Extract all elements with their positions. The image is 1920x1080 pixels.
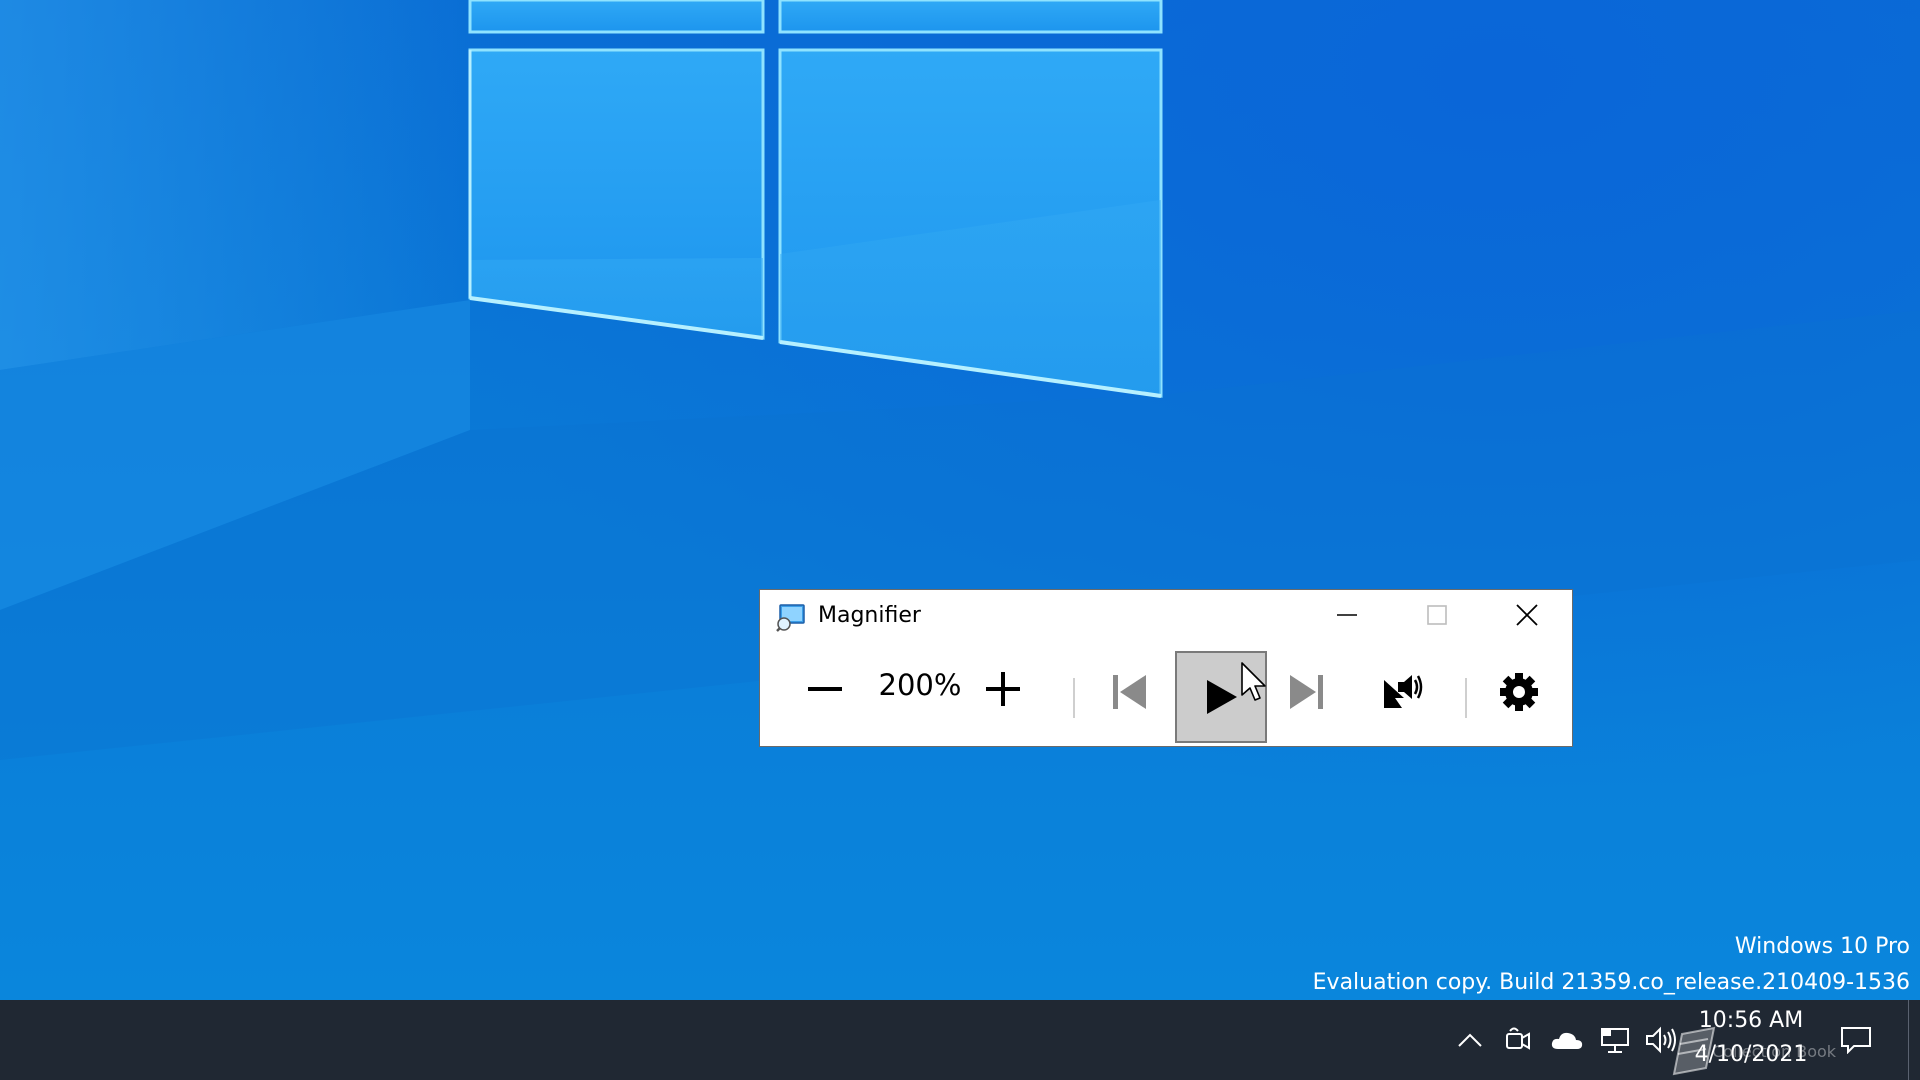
action-center-button[interactable] bbox=[1830, 1000, 1882, 1080]
taskbar: 10:56 AM 4/10/2021 bbox=[0, 1000, 1920, 1080]
zoom-level: 200% bbox=[878, 668, 962, 702]
close-button[interactable] bbox=[1482, 590, 1572, 640]
minimize-icon bbox=[1337, 614, 1357, 616]
read-previous-button[interactable] bbox=[1090, 652, 1170, 732]
magnifier-toolbar: 200% bbox=[760, 640, 1572, 746]
close-icon bbox=[1516, 604, 1538, 626]
collection-book-watermark: Collection Book bbox=[1712, 1042, 1837, 1061]
show-hidden-icons-button[interactable] bbox=[1448, 1000, 1492, 1080]
title-bar[interactable]: Magnifier bbox=[760, 590, 1572, 640]
play-icon bbox=[1207, 680, 1237, 714]
magnifier-window: Magnifier 200% bbox=[759, 589, 1573, 747]
plus-icon bbox=[986, 672, 1020, 706]
network-button[interactable] bbox=[1594, 1000, 1636, 1080]
watermark-build: Evaluation copy. Build 21359.co_release.… bbox=[1312, 970, 1910, 995]
mouse-pointer-icon bbox=[1241, 662, 1266, 701]
notification-icon bbox=[1841, 1027, 1871, 1054]
window-title: Magnifier bbox=[818, 603, 921, 628]
onedrive-cloud-icon bbox=[1551, 1032, 1583, 1049]
desktop: Windows 10 Pro Evaluation copy. Build 21… bbox=[0, 0, 1920, 1000]
magnifier-app-icon bbox=[776, 604, 805, 632]
gear-icon bbox=[1500, 673, 1538, 711]
zoom-in-button[interactable] bbox=[974, 660, 1032, 718]
zoom-out-button[interactable] bbox=[796, 660, 854, 718]
maximize-icon bbox=[1427, 605, 1447, 625]
book-logo-icon bbox=[1672, 1026, 1716, 1076]
maximize-button bbox=[1392, 590, 1482, 640]
watermark-edition: Windows 10 Pro bbox=[1734, 934, 1910, 959]
toolbar-separator bbox=[1465, 678, 1467, 718]
skip-next-icon bbox=[1290, 675, 1323, 709]
skip-previous-icon bbox=[1113, 675, 1146, 709]
meet-now-button[interactable] bbox=[1496, 1000, 1540, 1080]
windows-logo-wallpaper bbox=[0, 0, 1920, 760]
read-from-pointer-icon bbox=[1384, 675, 1423, 708]
onedrive-button[interactable] bbox=[1542, 1000, 1592, 1080]
read-next-button[interactable] bbox=[1266, 652, 1346, 732]
minus-icon bbox=[808, 687, 842, 691]
meet-now-icon bbox=[1506, 1027, 1530, 1050]
minimize-button[interactable] bbox=[1302, 590, 1392, 640]
show-desktop-button[interactable] bbox=[1908, 1000, 1920, 1080]
toolbar-separator bbox=[1073, 678, 1075, 718]
read-from-here-button[interactable] bbox=[1360, 652, 1444, 732]
settings-button[interactable] bbox=[1479, 652, 1559, 732]
chevron-up-icon bbox=[1458, 1033, 1482, 1047]
network-icon bbox=[1601, 1028, 1629, 1053]
